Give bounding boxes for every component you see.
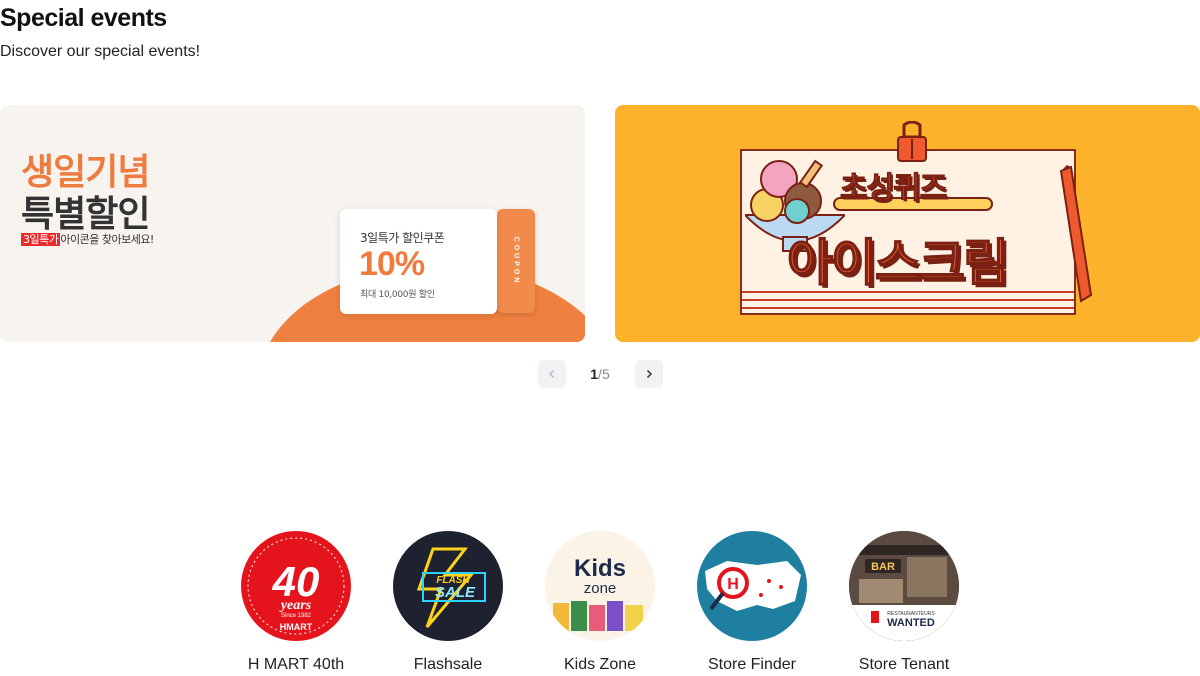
shortcut-kids-zone[interactable]: Kids zone Kids Zone bbox=[525, 531, 675, 674]
coupon-value: 10% bbox=[359, 245, 425, 283]
binder-clip-icon bbox=[897, 121, 927, 162]
carousel-prev-button[interactable] bbox=[538, 360, 566, 388]
store-finder-map-icon: H bbox=[697, 531, 807, 641]
coupon-stub: COUPON bbox=[497, 209, 535, 313]
shortcut-store-tenant[interactable]: BAR RESTAURANTEURS WANTED Store Tenant bbox=[829, 531, 979, 674]
carousel-total: 5 bbox=[601, 366, 610, 382]
flash-sale-neon-icon: FLASH SALE bbox=[393, 531, 503, 641]
banner-headline-2: 특별할인 bbox=[21, 194, 150, 235]
shortcut-label: H MART 40th bbox=[247, 656, 345, 673]
hmart-brand-text: HMART bbox=[280, 622, 313, 632]
carousel-next-button[interactable] bbox=[635, 360, 663, 388]
coupon-card: 3일특가 할인쿠폰 10% 최대 10,000원 할인 bbox=[340, 209, 497, 314]
bar-sign-text: BAR bbox=[871, 561, 895, 573]
shortcut-store-finder[interactable]: H Store Finder bbox=[677, 531, 827, 674]
quiz-title: 초성퀴즈 bbox=[839, 171, 947, 207]
shortcut-label: Store Finder bbox=[707, 656, 797, 673]
hmart-40th-logo-icon: 40 years Since 1982 HMART bbox=[241, 531, 351, 641]
section-subtitle: Discover our special events! bbox=[0, 43, 201, 60]
shortcut-label: Kids Zone bbox=[563, 656, 637, 673]
hmart-since-text: Since 1982 bbox=[281, 613, 312, 619]
banner-tagline-text: 아이콘을 찾아보세요! bbox=[60, 233, 154, 246]
store-finder-mark: H bbox=[727, 576, 739, 593]
hmart-years-text: years bbox=[279, 598, 312, 613]
coupon-stub-label: COUPON bbox=[512, 236, 520, 286]
tenant-big-text: WANTED bbox=[887, 617, 935, 629]
section-title: Special events bbox=[0, 4, 167, 32]
event-banner-quiz[interactable]: 초성퀴즈 아이스크림 bbox=[615, 105, 1200, 342]
chevron-right-icon bbox=[646, 369, 653, 379]
chevron-left-icon bbox=[548, 369, 555, 379]
pencil-icon bbox=[1059, 165, 1093, 303]
kids-zone-thumbnail-icon: Kids zone bbox=[545, 531, 655, 641]
carousel-counter: 1/5 bbox=[575, 366, 625, 382]
zone-text: zone bbox=[584, 580, 617, 597]
banner-tagline: 3일특가 아이콘을 찾아보세요! bbox=[21, 231, 154, 247]
shortcut-flashsale[interactable]: FLASH SALE Flashsale bbox=[373, 531, 523, 674]
coupon-title: 3일특가 할인쿠폰 bbox=[360, 231, 445, 245]
kids-text: Kids bbox=[574, 555, 626, 582]
sale-text: SALE bbox=[435, 584, 476, 601]
shortcut-label: Store Tenant bbox=[858, 656, 950, 673]
carousel-current: 1 bbox=[590, 366, 599, 382]
store-tenant-photo-icon: BAR RESTAURANTEURS WANTED bbox=[849, 531, 959, 641]
shortcut-label: Flashsale bbox=[413, 656, 483, 673]
quiz-answer: 아이스크림 bbox=[786, 233, 1010, 293]
banner-tag-badge: 3일특가 bbox=[21, 233, 61, 246]
coupon-note: 최대 10,000원 할인 bbox=[360, 290, 435, 300]
shortcut-hmart-40th[interactable]: 40 years Since 1982 HMART H MART 40th bbox=[221, 531, 371, 674]
event-banner-birthday[interactable]: 생일기념 특별할인 3일특가 아이콘을 찾아보세요! COUPON 3일특가 할인… bbox=[0, 105, 585, 342]
